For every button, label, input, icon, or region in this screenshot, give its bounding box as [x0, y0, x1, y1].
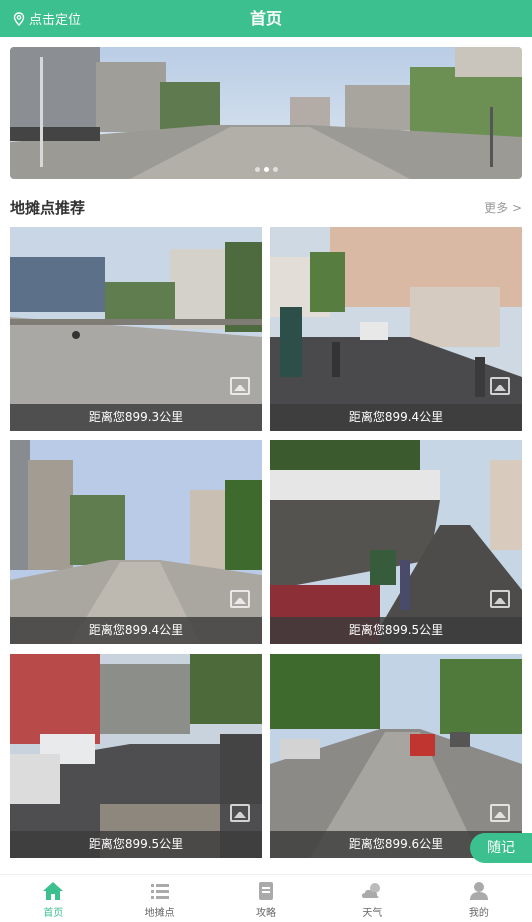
photo-gallery-icon: [230, 804, 250, 822]
banner-carousel[interactable]: [10, 47, 522, 179]
carousel-dot[interactable]: [263, 167, 269, 172]
tab-mine[interactable]: 我的: [426, 875, 532, 922]
spot-card[interactable]: 距离您899.3公里: [10, 227, 262, 431]
weather-icon: [362, 883, 381, 898]
page-title: 首页: [249, 9, 282, 28]
banner-photo: [10, 47, 522, 179]
spot-photo: [270, 654, 522, 858]
carousel-dot[interactable]: [254, 167, 260, 172]
photo-gallery-icon: [230, 377, 250, 395]
list-icon: [150, 884, 169, 899]
notes-float-button[interactable]: 随记: [470, 833, 532, 863]
guide-icon: [259, 882, 274, 900]
photo-gallery-icon: [490, 377, 510, 395]
tab-label: 首页: [43, 908, 64, 919]
spot-card[interactable]: 距离您899.4公里: [270, 227, 522, 431]
spot-card[interactable]: 距离您899.5公里: [270, 440, 522, 644]
tab-home[interactable]: 首页: [0, 875, 106, 922]
photo-gallery-icon: [490, 590, 510, 608]
carousel-dot[interactable]: [272, 167, 278, 172]
spot-photo: [10, 227, 262, 431]
spot-photo: [270, 440, 522, 644]
photo-gallery-icon: [490, 804, 510, 822]
carousel-indicator: [10, 167, 522, 172]
photo-gallery-icon: [230, 590, 250, 608]
tab-label: 攻略: [256, 908, 277, 919]
spot-distance: 距离您899.5公里: [10, 831, 262, 858]
spot-distance: 距离您899.4公里: [270, 404, 522, 431]
user-icon: [469, 882, 488, 900]
tab-weather[interactable]: 天气: [319, 875, 425, 922]
spot-photo: [10, 440, 262, 644]
spot-photo: [10, 654, 262, 858]
tab-label: 天气: [362, 908, 383, 919]
top-bar: 点击定位 首页: [0, 0, 532, 37]
section-header: 地摊点推荐 更多 >: [10, 196, 522, 220]
spot-card[interactable]: 距离您899.5公里: [10, 654, 262, 858]
spot-card[interactable]: 距离您899.6公里: [270, 654, 522, 858]
tab-label: 地摊点: [144, 908, 175, 919]
spot-card[interactable]: 距离您899.4公里: [10, 440, 262, 644]
spot-distance: 距离您899.4公里: [10, 617, 262, 644]
section-title: 地摊点推荐: [10, 199, 86, 217]
more-link[interactable]: 更多 >: [484, 196, 522, 220]
tab-label: 我的: [468, 908, 489, 919]
spot-distance: 距离您899.3公里: [10, 404, 262, 431]
spot-photo: [270, 227, 522, 431]
bottom-tab-bar: 首页 地摊点 攻略 天气 我的: [0, 874, 532, 922]
tab-guide[interactable]: 攻略: [213, 875, 319, 922]
home-icon: [43, 882, 64, 900]
tab-spots[interactable]: 地摊点: [106, 875, 212, 922]
spot-distance: 距离您899.5公里: [270, 617, 522, 644]
